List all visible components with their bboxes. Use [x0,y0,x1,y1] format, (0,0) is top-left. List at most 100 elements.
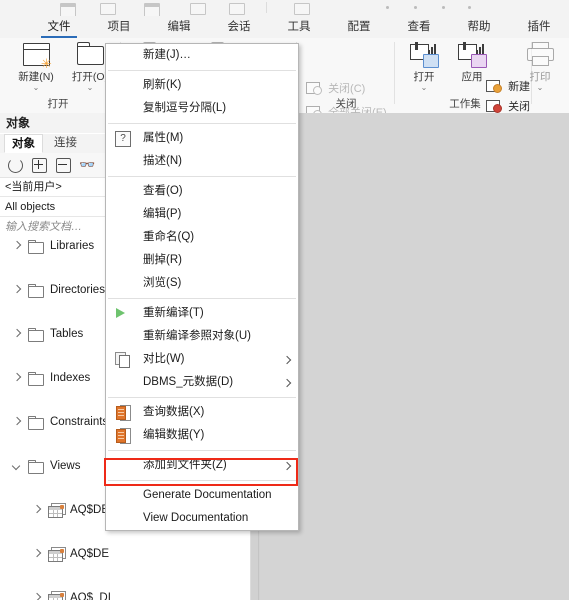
print-button[interactable]: 打印 ⌄ [512,42,568,92]
qat-save-icon[interactable] [186,1,208,15]
application-window: 文件 项目 编辑 会话 工具 配置 查看 帮助 插件 ✳ 新建(N) ⌄ 打开(… [0,0,569,600]
new-button-caret-icon[interactable]: ⌄ [8,84,64,92]
folder-icon [28,416,44,430]
folder-icon [28,240,44,254]
menu-properties[interactable]: ? 属性(M) [106,127,298,150]
chevron-right-icon[interactable] [12,417,22,427]
menu-item-label: 编辑数据(Y) [143,429,205,441]
menu-separator [108,123,296,124]
menu-item-help[interactable]: 帮助 [460,18,498,37]
menu-item-label: 查询数据(X) [143,406,205,418]
submenu-arrow-icon [282,355,292,365]
qat-new-icon[interactable] [56,1,78,18]
qat-open-icon[interactable] [140,1,162,18]
menu-view[interactable]: 查看(O) [106,180,298,203]
find-icon[interactable]: 👓 [78,156,97,174]
qat-more-icon[interactable] [442,6,445,9]
menu-item-label: 对比(W) [143,353,185,365]
chevron-right-icon[interactable] [12,329,22,339]
menu-delete[interactable]: 删掉(R) [106,249,298,272]
help-icon: ? [115,131,132,147]
chevron-right-icon[interactable] [32,505,42,515]
chevron-right-icon[interactable] [12,373,22,383]
menu-edit[interactable]: 编辑(P) [106,203,298,226]
menu-describe[interactable]: 描述(N) [106,150,298,173]
ribbon-divider-3 [394,42,395,104]
ribbon-group-open-label: 打开 [47,98,69,110]
play-icon [115,306,132,321]
tab-objects[interactable]: 对象 [4,134,43,153]
tree-item-aqsde-2[interactable]: AQ$DE [0,543,250,565]
tree-item-aqsdi-1[interactable]: AQ$_DI [0,587,250,600]
qat-undo-icon[interactable] [386,6,389,9]
menu-add-to-folder[interactable]: 添加到文件夹(Z) [106,454,298,477]
qat-print-icon[interactable] [225,1,247,15]
menu-separator [108,480,296,481]
menu-compare[interactable]: 对比(W) [106,348,298,371]
chevron-right-icon[interactable] [12,285,22,295]
menu-view-documentation[interactable]: View Documentation [106,507,298,530]
menu-edit-data[interactable]: 编辑数据(Y) [106,424,298,447]
new-window-icon: ✳ [21,42,52,70]
chevron-down-icon[interactable] [12,461,22,471]
menu-generate-documentation[interactable]: Generate Documentation [106,484,298,507]
menu-new[interactable]: 新建(J)… [106,44,298,67]
folder-icon [28,328,44,342]
menu-browse[interactable]: 浏览(S) [106,272,298,295]
qat-new-star-icon[interactable] [96,1,118,15]
menu-rename[interactable]: 重命名(Q) [106,226,298,249]
menu-refresh[interactable]: 刷新(K) [106,74,298,97]
menu-item-plugins[interactable]: 插件 [520,18,558,37]
folder-icon [28,284,44,298]
menu-item-tools[interactable]: 工具 [280,18,318,37]
workset-open-caret-icon[interactable]: ⌄ [396,84,452,92]
workset-new-icon [486,79,502,93]
tree-item-label: Directories [50,284,105,296]
qat-redo-icon[interactable] [414,6,417,9]
menu-item-view[interactable]: 查看 [400,18,438,37]
qat-overflow-icon[interactable] [468,6,471,9]
menu-item-file[interactable]: 文件 [40,18,78,38]
menu-dbms-metadata[interactable]: DBMS_元数据(D) [106,371,298,394]
ribbon-group-close-label: 关闭 [335,98,357,110]
menu-recompile-referencing[interactable]: 重新编译参照对象(U) [106,325,298,348]
submenu-arrow-icon [282,378,292,388]
print-button-caret-icon[interactable]: ⌄ [512,84,568,92]
menu-query-data[interactable]: 查询数据(X) [106,401,298,424]
chevron-right-icon[interactable] [12,241,22,251]
folder-icon [75,42,105,68]
tree-item-label: Views [50,460,81,472]
tree-item-label: Libraries [50,240,95,252]
tree-item-label: AQ$DE [70,504,109,516]
menu-item-edit[interactable]: 编辑 [160,18,198,37]
menu-copy-comma-separated[interactable]: 复制逗号分隔(L) [106,97,298,120]
tree-item-label: Constraints [50,416,109,428]
ribbon-group-workset-label: 工作集 [449,98,481,110]
expand-icon[interactable] [30,156,49,174]
context-menu: 新建(J)… 刷新(K) 复制逗号分隔(L) ? 属性(M) 描述(N) 查看(… [105,43,299,531]
qat-copy-icon[interactable] [290,1,312,15]
menu-item-session[interactable]: 会话 [220,18,258,37]
tab-connections[interactable]: 连接 [47,134,84,153]
tree-item-label: AQ$_DI [70,592,111,600]
refresh-icon[interactable] [6,156,25,174]
close-button-label: 关闭(C) [328,83,366,95]
menu-separator [108,176,296,177]
tree-item-label: Tables [50,328,84,340]
view-icon [48,547,66,562]
print-button-label: 打印 [529,71,551,83]
menu-recompile[interactable]: 重新编译(T) [106,302,298,325]
chevron-right-icon[interactable] [32,549,42,559]
submenu-arrow-icon [282,461,292,471]
chevron-right-icon[interactable] [32,593,42,600]
collapse-icon[interactable] [54,156,73,174]
menu-item-config[interactable]: 配置 [340,18,378,37]
new-button[interactable]: ✳ 新建(N) ⌄ [8,42,64,92]
folder-icon [28,372,44,386]
new-button-label: 新建(N) [18,71,54,83]
close-icon [306,81,322,95]
menu-item-project[interactable]: 项目 [100,18,138,37]
quick-access-toolbar [0,0,569,18]
menu-separator [108,397,296,398]
menu-bar: 文件 项目 编辑 会话 工具 配置 查看 帮助 插件 [0,16,569,38]
